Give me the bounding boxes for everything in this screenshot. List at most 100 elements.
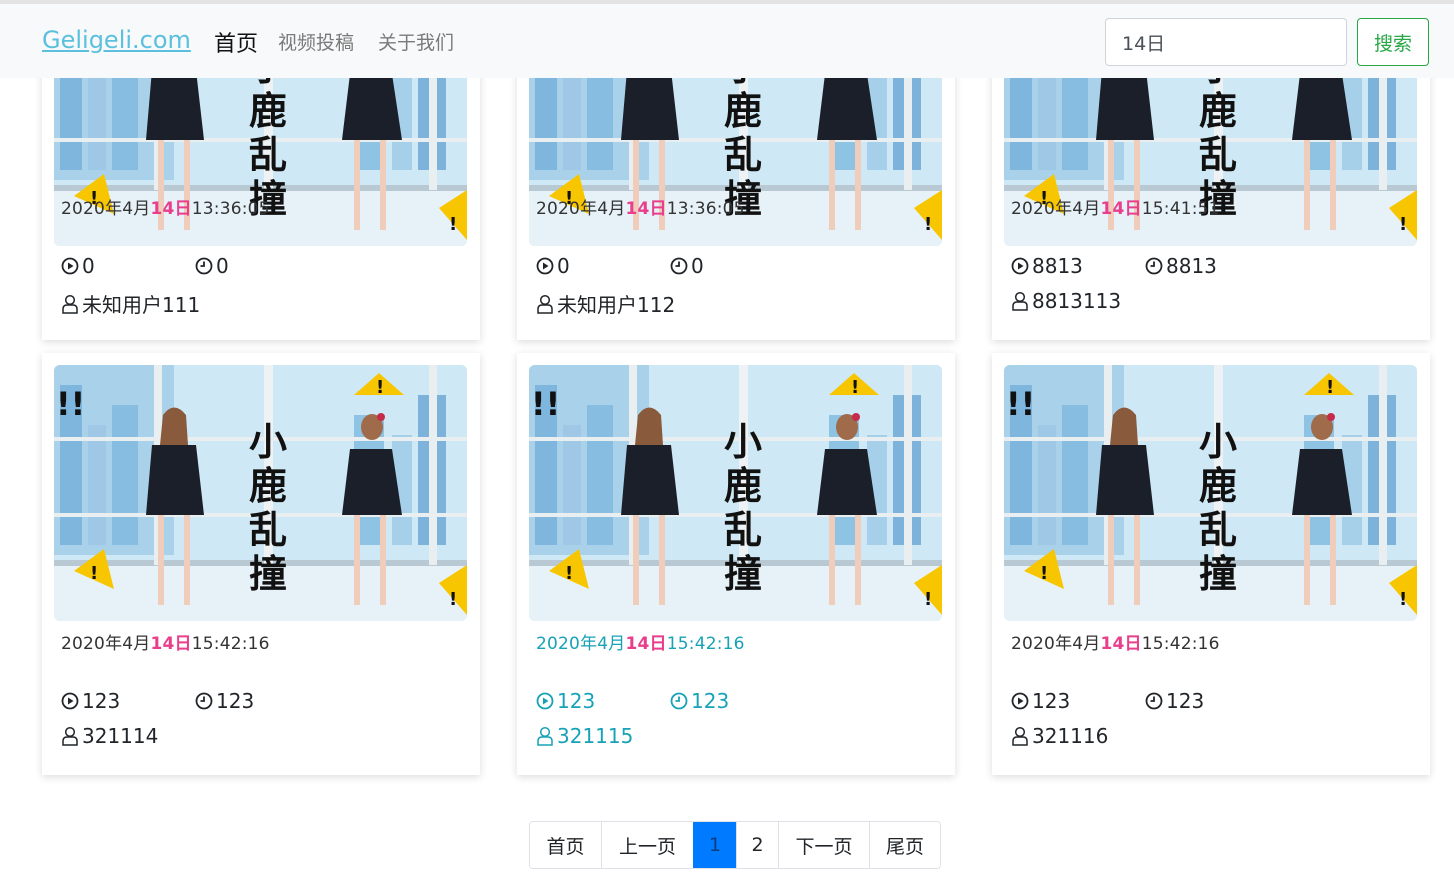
svg-text:!: ! xyxy=(1399,589,1407,610)
page-prev[interactable]: 上一页 xyxy=(601,822,693,868)
clock-icon xyxy=(195,257,216,275)
svg-text:乱: 乱 xyxy=(724,508,762,552)
svg-text:小: 小 xyxy=(724,420,762,464)
svg-text:乱: 乱 xyxy=(1199,133,1237,177)
user-icon xyxy=(61,726,82,746)
video-card[interactable]: 小 鹿 乱 撞 ! ! ! !! 2020年4月14日15:41:51 8813… xyxy=(992,60,1430,340)
pagination: 首页 上一页 1 2 下一页 尾页 xyxy=(529,821,941,869)
svg-text:!: ! xyxy=(1399,214,1407,235)
duration: 0 xyxy=(670,254,704,278)
clock-icon xyxy=(1145,692,1166,710)
clock-icon xyxy=(195,692,216,710)
svg-text:鹿: 鹿 xyxy=(724,89,762,133)
svg-text:乱: 乱 xyxy=(724,133,762,177)
video-thumbnail[interactable]: 小 鹿 乱 撞 ! ! ! !! xyxy=(1004,365,1417,621)
svg-text:小: 小 xyxy=(1199,420,1237,464)
play-count: 123 xyxy=(1011,689,1070,713)
page-1[interactable]: 1 xyxy=(693,822,736,868)
video-card[interactable]: 小 鹿 乱 撞 ! ! ! !! 2020年4月14日15:42:16 123 … xyxy=(992,353,1430,775)
nav-link-home[interactable]: 首页 xyxy=(214,26,258,58)
play-count: 123 xyxy=(61,689,120,713)
page-next[interactable]: 下一页 xyxy=(778,822,869,868)
clock-icon xyxy=(670,257,691,275)
date-highlight: 14日 xyxy=(1100,199,1142,219)
video-card[interactable]: 小 鹿 乱 撞 ! ! ! !! 2020年4月14日15:42:16 123 … xyxy=(42,353,480,775)
duration: 0 xyxy=(195,254,229,278)
svg-text:乱: 乱 xyxy=(1199,508,1237,552)
clock-icon xyxy=(670,692,691,710)
uploader[interactable]: 321115 xyxy=(536,724,633,748)
uploader[interactable]: 未知用户112 xyxy=(536,289,675,318)
upload-date: 2020年4月14日15:42:16 xyxy=(536,634,745,654)
date-highlight: 14日 xyxy=(625,634,667,654)
video-card[interactable]: 小 鹿 乱 撞 ! ! ! !! 2020年4月14日15:42:16 123 … xyxy=(517,353,955,775)
svg-text:小: 小 xyxy=(249,420,287,464)
nav-link-about[interactable]: 关于我们 xyxy=(378,28,454,55)
video-card[interactable]: 小 鹿 乱 撞 ! ! ! !! 2020年4月14日13:36:05 0 0 xyxy=(517,60,955,340)
navbar: Geligeli.com 首页 视频投稿 关于我们 搜索 xyxy=(0,4,1454,78)
upload-date: 2020年4月14日15:41:51 xyxy=(1011,199,1220,219)
video-thumbnail[interactable]: 小 鹿 乱 撞 ! ! ! !! xyxy=(54,365,467,621)
play-count: 123 xyxy=(536,689,595,713)
play-icon xyxy=(1011,692,1032,710)
date-highlight: 14日 xyxy=(150,634,192,654)
date-highlight: 14日 xyxy=(1100,634,1142,654)
svg-text:!: ! xyxy=(924,214,932,235)
uploader[interactable]: 321116 xyxy=(1011,724,1108,748)
svg-text:!: ! xyxy=(1040,563,1048,584)
upload-date: 2020年4月14日15:42:16 xyxy=(1011,634,1220,654)
date-highlight: 14日 xyxy=(150,199,192,219)
play-count: 0 xyxy=(61,254,95,278)
duration: 8813 xyxy=(1145,254,1217,278)
brand-logo[interactable]: Geligeli.com xyxy=(42,26,191,54)
page-last[interactable]: 尾页 xyxy=(869,822,940,868)
search-button[interactable]: 搜索 xyxy=(1357,18,1429,66)
uploader[interactable]: 未知用户111 xyxy=(61,289,200,318)
svg-text:!: ! xyxy=(449,589,457,610)
video-card[interactable]: 小 鹿 乱 撞 ! ! ! !! 2020年4月14日13:36:05 0 0 xyxy=(42,60,480,340)
svg-text:!: ! xyxy=(376,377,384,398)
play-icon xyxy=(536,257,557,275)
user-icon xyxy=(536,726,557,746)
svg-text:!: ! xyxy=(924,589,932,610)
svg-text:撞: 撞 xyxy=(724,552,762,596)
uploader[interactable]: 321114 xyxy=(61,724,158,748)
page-first[interactable]: 首页 xyxy=(530,822,601,868)
clock-icon xyxy=(1145,257,1166,275)
play-icon xyxy=(61,692,82,710)
duration: 123 xyxy=(195,689,254,713)
nav-link-upload[interactable]: 视频投稿 xyxy=(278,28,354,55)
svg-text:撞: 撞 xyxy=(1199,552,1237,596)
user-icon xyxy=(61,294,82,314)
duration: 123 xyxy=(670,689,729,713)
play-icon xyxy=(61,257,82,275)
svg-text:撞: 撞 xyxy=(249,552,287,596)
svg-text:鹿: 鹿 xyxy=(1199,89,1237,133)
svg-text:!: ! xyxy=(565,563,573,584)
date-highlight: 14日 xyxy=(625,199,667,219)
svg-text:!!: !! xyxy=(531,385,560,423)
svg-text:乱: 乱 xyxy=(249,508,287,552)
user-icon xyxy=(536,294,557,314)
svg-text:!: ! xyxy=(851,377,859,398)
play-icon xyxy=(1011,257,1032,275)
upload-date: 2020年4月14日15:42:16 xyxy=(61,634,270,654)
svg-text:!: ! xyxy=(449,214,457,235)
search-input[interactable] xyxy=(1105,18,1347,66)
page-2[interactable]: 2 xyxy=(736,822,778,868)
svg-text:!!: !! xyxy=(56,385,85,423)
svg-text:鹿: 鹿 xyxy=(724,464,762,508)
duration: 123 xyxy=(1145,689,1204,713)
svg-text:鹿: 鹿 xyxy=(249,89,287,133)
upload-date: 2020年4月14日13:36:05 xyxy=(536,199,745,219)
svg-text:鹿: 鹿 xyxy=(1199,464,1237,508)
uploader[interactable]: 8813113 xyxy=(1011,289,1121,313)
user-icon xyxy=(1011,726,1032,746)
play-count: 8813 xyxy=(1011,254,1083,278)
svg-text:!: ! xyxy=(90,563,98,584)
video-thumbnail[interactable]: 小 鹿 乱 撞 ! ! ! !! xyxy=(529,365,942,621)
upload-date: 2020年4月14日13:36:05 xyxy=(61,199,270,219)
svg-text:!: ! xyxy=(1326,377,1334,398)
user-icon xyxy=(1011,291,1032,311)
play-count: 0 xyxy=(536,254,570,278)
